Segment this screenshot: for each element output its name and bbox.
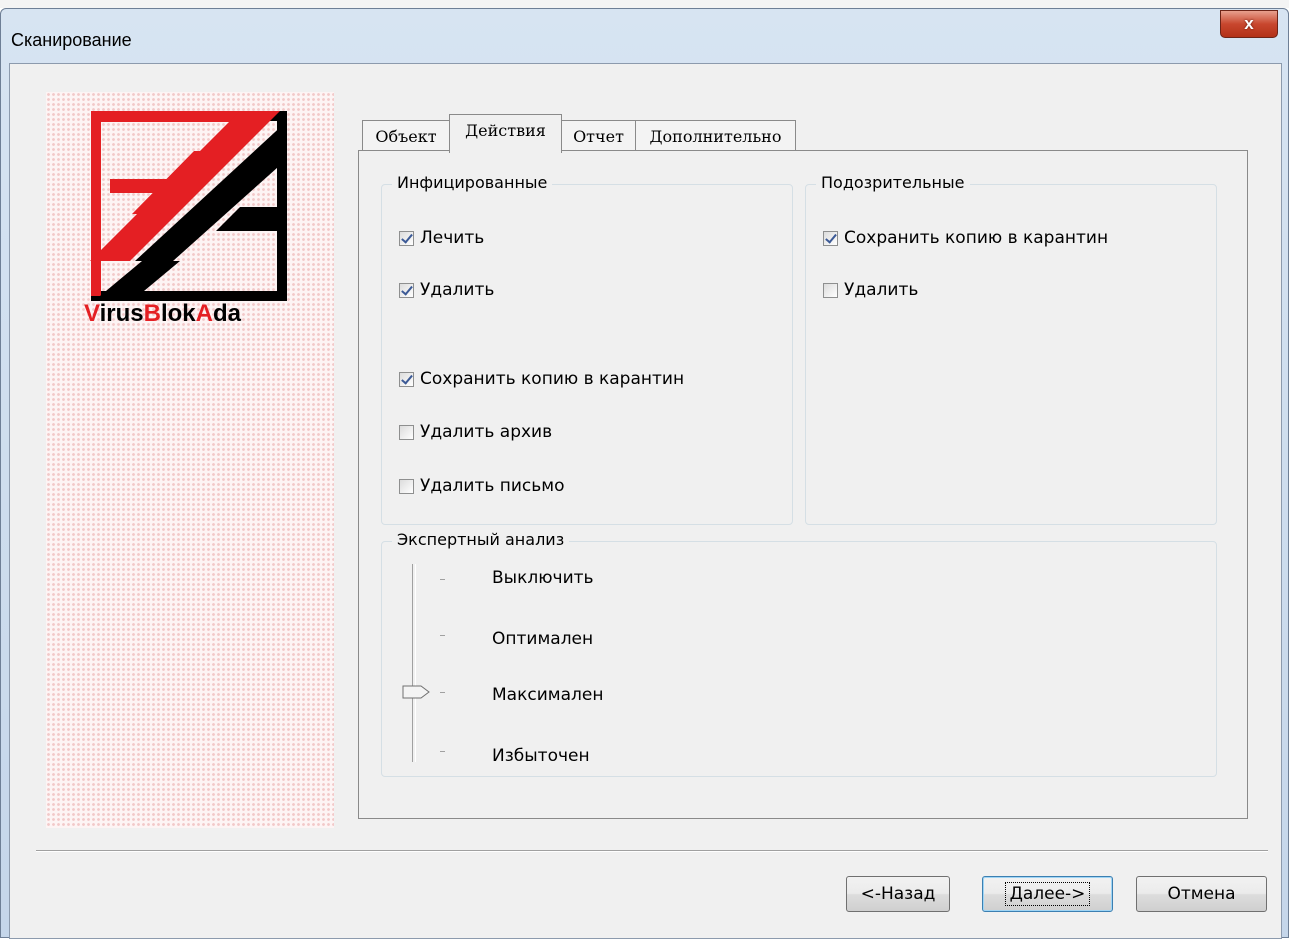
suspicious-quarantine-checkbox[interactable]: Сохранить копию в карантин [823,228,1108,248]
slider-tick [440,692,445,693]
level-label-off[interactable]: Выключить [492,568,594,588]
infected-delete-archive-checkbox[interactable]: Удалить архив [399,422,552,442]
close-icon: x [1244,14,1254,33]
checkbox-box[interactable] [823,282,838,298]
expert-analysis-groupbox: Экспертный анализ Выключить Оптимален Ма… [381,530,1217,777]
checkbox-label: Сохранить копию в карантин [420,369,685,389]
checkbox-box[interactable] [399,478,414,494]
infected-delete-checkbox[interactable]: Удалить [399,280,494,300]
infected-group-title: Инфицированные [392,173,553,192]
checkbox-box[interactable] [399,424,414,440]
checkbox-box[interactable] [399,282,414,298]
infected-quarantine-checkbox[interactable]: Сохранить копию в карантин [399,369,684,389]
footer-separator [36,850,1268,852]
next-button-label: Далее-> [1004,882,1091,906]
infected-delete-mail-checkbox[interactable]: Удалить письмо [399,476,565,496]
checkbox-label: Удалить письмо [420,476,565,496]
virusblokada-logo-icon [90,111,287,301]
dialog-window: Сканирование x VirusBlokAda Объект Дейст… [0,8,1289,939]
window-title: Сканирование [11,30,132,50]
checkbox-box[interactable] [823,230,838,246]
infected-cure-checkbox[interactable]: Лечить [399,228,484,248]
tab-object[interactable]: Объект [362,120,450,152]
analysis-level-slider-thumb[interactable] [402,685,430,699]
checkbox-label: Лечить [420,228,485,248]
expert-group-title: Экспертный анализ [392,530,570,549]
logo-panel: VirusBlokAda [46,92,334,828]
checkbox-label: Удалить [420,280,495,300]
slider-tick [440,579,445,580]
suspicious-delete-checkbox[interactable]: Удалить [823,280,918,300]
tab-actions[interactable]: Действия [449,114,562,153]
tab-report[interactable]: Отчет [561,120,636,152]
level-label-maximum[interactable]: Максимален [492,685,603,705]
checkbox-box[interactable] [399,371,414,387]
analysis-level-slider-track[interactable] [412,564,416,762]
cancel-button[interactable]: Отмена [1136,876,1267,912]
infected-groupbox: Инфицированные Лечить Удалить Сохранить … [381,173,793,525]
slider-tick [440,635,445,636]
dialog-client-area: VirusBlokAda Объект Действия Отчет Допол… [9,63,1282,939]
level-label-excessive[interactable]: Избыточен [492,746,590,766]
next-button[interactable]: Далее-> [982,876,1113,912]
checkbox-label: Удалить архив [420,422,553,442]
close-button[interactable]: x [1220,10,1278,38]
slider-tick [440,751,445,752]
suspicious-groupbox: Подозрительные Сохранить копию в каранти… [805,173,1217,525]
tab-advanced[interactable]: Дополнительно [635,120,796,152]
title-bar[interactable]: Сканирование x [1,9,1288,65]
checkbox-label: Сохранить копию в карантин [844,228,1109,248]
checkbox-box[interactable] [399,230,414,246]
suspicious-group-title: Подозрительные [816,173,970,192]
tab-panel-actions: Инфицированные Лечить Удалить Сохранить … [358,150,1248,819]
level-label-optimal[interactable]: Оптимален [492,629,593,649]
logo-wordmark: VirusBlokAda [84,300,241,327]
background-strip [0,0,1289,8]
back-button[interactable]: <-Назад [846,876,950,912]
checkbox-label: Удалить [844,280,919,300]
